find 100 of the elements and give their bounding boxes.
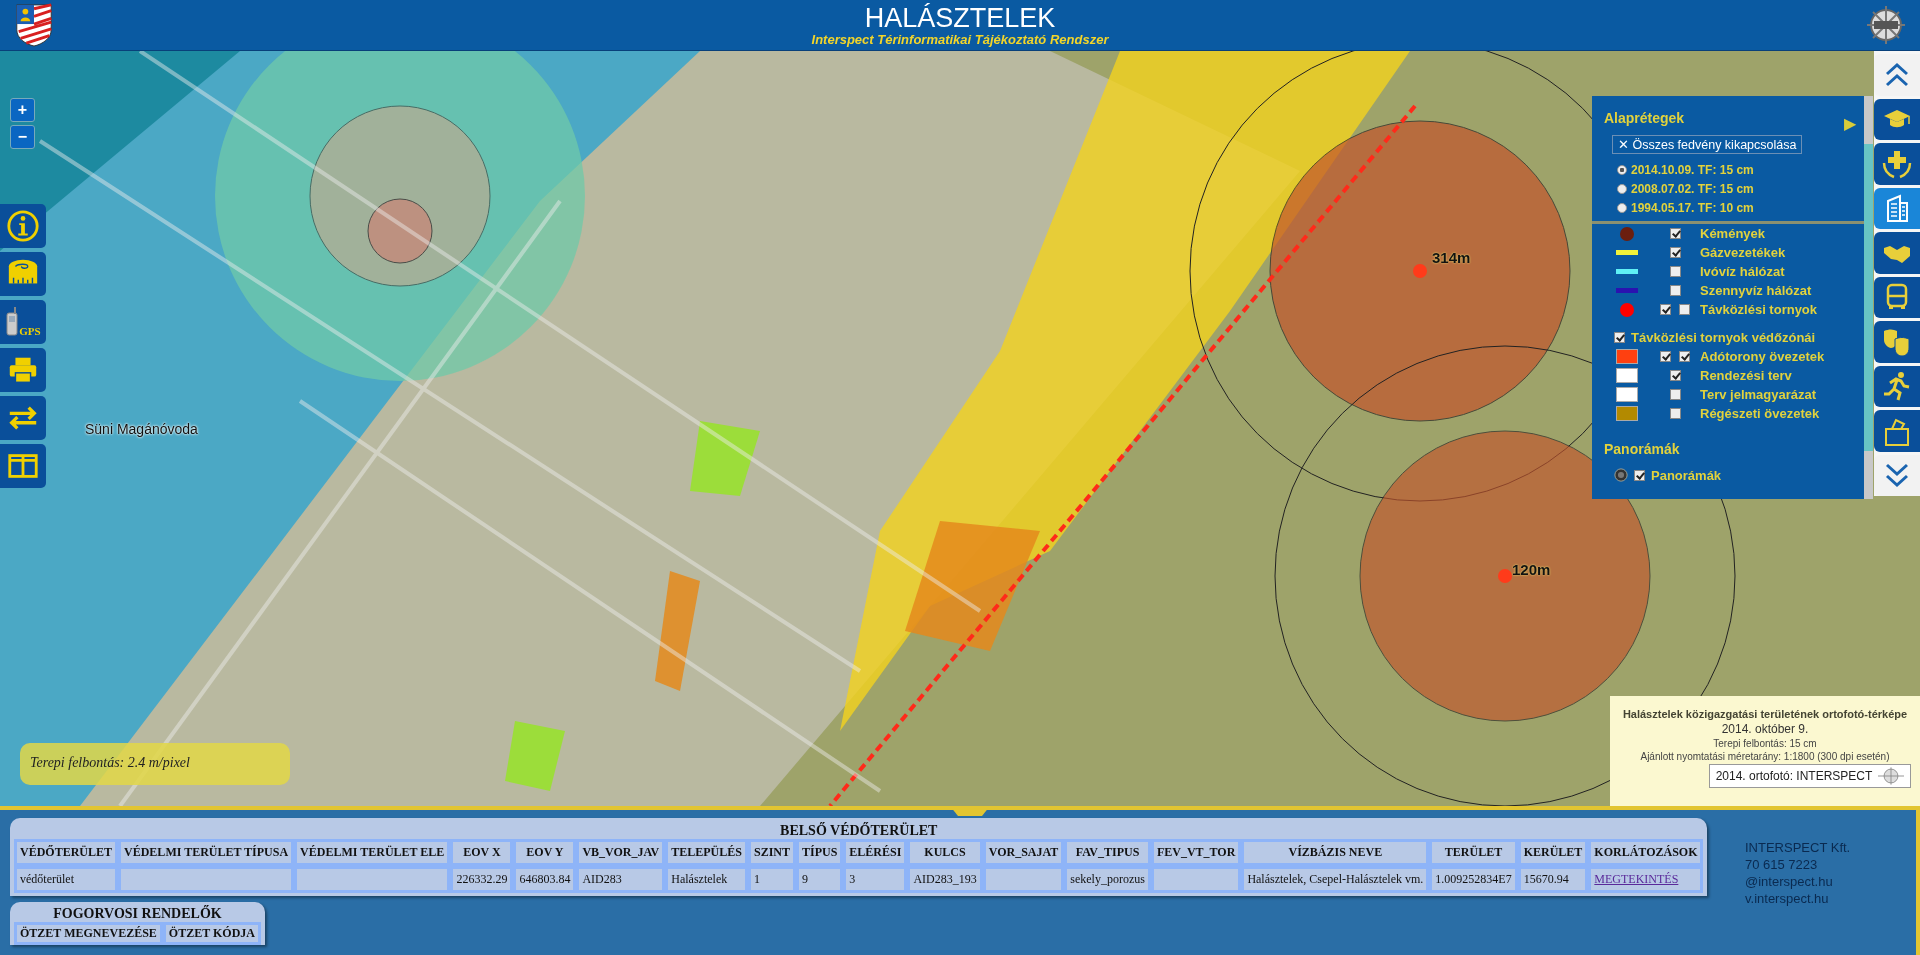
column-header: FEV_VT_TOR <box>1152 841 1240 864</box>
column-header: EOV Y <box>515 841 575 864</box>
theatre-category-button[interactable] <box>1874 321 1920 363</box>
place-label: Süni Magánóvoda <box>85 421 198 437</box>
column-header: KORLÁTOZÁSOK <box>1590 841 1702 864</box>
height-label: 120m <box>1512 561 1551 578</box>
table-cell: AID283_193 <box>909 868 981 891</box>
compass-logo-icon <box>1878 767 1905 785</box>
column-header: TELEPÜLÉS <box>667 841 746 864</box>
column-header: VOR_SAJAT <box>984 841 1063 864</box>
column-header: TÍPUS <box>798 841 842 864</box>
base-layer-option[interactable]: 1994.05.17. TF: 10 cm <box>1617 198 1856 217</box>
info-icon <box>6 209 40 243</box>
tower-marker <box>1498 569 1512 583</box>
tower-marker <box>1413 264 1427 278</box>
checkbox[interactable] <box>1679 351 1690 362</box>
column-header: VÍZBÁZIS NEVE <box>1243 841 1428 864</box>
clear-layers-button[interactable]: ✕ Összes fedvény kikapcsolása <box>1612 135 1803 154</box>
section-title: Panorámák <box>1604 441 1681 457</box>
legend-date: 2014. október 9. <box>1721 722 1809 736</box>
cross-hands-icon <box>1882 148 1912 179</box>
checkbox[interactable] <box>1669 389 1681 400</box>
gps-tool-button[interactable]: GPS <box>0 300 46 344</box>
education-category-button[interactable] <box>1874 98 1920 140</box>
table-cell: 9 <box>798 868 842 891</box>
checkbox[interactable] <box>1634 469 1645 481</box>
radio-button[interactable] <box>1617 202 1627 213</box>
radio-button[interactable] <box>1617 183 1627 194</box>
resolution-note: Terepi felbontás: 2.4 m/pixel <box>20 743 290 785</box>
layer-label: Terv jelmagyarázat <box>1700 387 1817 402</box>
checkbox[interactable] <box>1614 331 1625 343</box>
running-person-icon <box>1882 371 1912 402</box>
attribution-text: 2014. ortofotó: INTERSPECT <box>1715 769 1873 783</box>
checkbox[interactable] <box>1669 266 1681 277</box>
radio-button[interactable] <box>1617 164 1627 175</box>
table-cell: sekely_porozus <box>1066 868 1149 891</box>
table-cell: Halásztelek <box>667 868 746 891</box>
table-cell: AID283 <box>578 868 664 891</box>
checkbox[interactable] <box>1669 247 1681 258</box>
table-cell: 646803.84 <box>515 868 575 891</box>
down-category-button[interactable] <box>1874 454 1920 496</box>
scrollbar[interactable] <box>1864 96 1873 499</box>
table-cell: Halásztelek, Csepel-Halásztelek vm. <box>1243 868 1428 891</box>
table-cell: védőterület <box>16 868 117 891</box>
base-layer-option[interactable]: 2014.10.09. TF: 15 cm <box>1617 160 1856 179</box>
column-header: VÉDŐTERÜLET <box>16 841 117 864</box>
up-category-button[interactable] <box>1874 54 1920 96</box>
sport-category-button[interactable] <box>1874 365 1920 407</box>
swap-tool-button[interactable] <box>0 396 46 440</box>
measure-tool-button[interactable] <box>0 252 46 296</box>
table-title: BELSŐ VÉDŐTERÜLET <box>779 822 939 839</box>
mobile-phone-icon <box>5 307 20 337</box>
table-cell: 226332.29 <box>452 868 512 891</box>
contact-line: INTERSPECT Kft. <box>1745 840 1851 855</box>
handshake-category-button[interactable] <box>1874 232 1920 274</box>
legend-resolution: Terepi felbontás: 15 cm <box>1713 738 1817 749</box>
checkbox[interactable] <box>1669 408 1681 419</box>
building-category-button[interactable] <box>1874 187 1920 229</box>
collapse-button[interactable]: ▶ <box>1844 114 1856 133</box>
zoom-in-button[interactable]: + <box>10 98 35 122</box>
health-category-button[interactable] <box>1874 143 1920 185</box>
base-layer-option[interactable]: 2008.07.02. TF: 15 cm <box>1617 179 1856 198</box>
zoom-out-button[interactable]: − <box>10 125 35 149</box>
checkbox[interactable] <box>1679 304 1690 315</box>
panel-title: Alaprétegek <box>1604 109 1685 126</box>
table-cell: 1 <box>749 868 794 891</box>
layer-label: Távközlési tornyok <box>1700 302 1818 317</box>
panels-tool-button[interactable] <box>0 444 46 488</box>
layer-label: Szennyvíz hálózat <box>1700 283 1812 298</box>
app-subtitle: Interspect Térinformatikai Tájékoztató Rendszer <box>811 31 1109 47</box>
info-tool-button[interactable] <box>0 204 46 248</box>
table-cell: 15670.94 <box>1519 868 1587 891</box>
column-header: SZINT <box>749 841 794 864</box>
column-header: TERÜLET <box>1431 841 1516 864</box>
legend-title: Halásztelek közigazgatási területének ortofotó-térképe <box>1622 708 1908 720</box>
ballot-category-button[interactable] <box>1874 410 1920 452</box>
column-header: ÖTZET KÓDJA <box>164 924 259 943</box>
camera-lens-icon <box>1614 468 1628 482</box>
column-header: VÉDELMI TERÜLET TÍPUSA <box>120 841 293 864</box>
column-header: ELÉRÉSI <box>845 841 906 864</box>
checkbox[interactable] <box>1660 304 1671 315</box>
layer-label: Ivóvíz hálózat <box>1700 264 1785 279</box>
layer-label: Gázvezetékek <box>1700 245 1786 260</box>
contact-line: @interspect.hu <box>1745 874 1834 889</box>
contact-line: v.interspect.hu <box>1745 891 1830 906</box>
layer-label: Rendezési terv <box>1700 368 1792 383</box>
gps-label: GPS <box>19 325 41 337</box>
layer-label: Panorámák <box>1651 467 1722 483</box>
table-title: FOGORVOSI RENDELŐK <box>52 906 223 922</box>
checkbox[interactable] <box>1669 228 1681 239</box>
checkbox[interactable] <box>1669 370 1681 381</box>
checkbox[interactable] <box>1660 351 1671 362</box>
checkbox[interactable] <box>1669 285 1681 296</box>
compass-logo-icon <box>1866 3 1906 47</box>
view-link[interactable]: MEGTEKINTÉS <box>1594 872 1679 886</box>
app-title: HALÁSZTELEK <box>863 3 1057 32</box>
bus-category-button[interactable] <box>1874 276 1920 318</box>
column-header: VÉDELMI TERÜLET ELE <box>296 841 449 864</box>
layer-group-label: Távközlési tornyok védőzónái <box>1631 329 1816 345</box>
print-tool-button[interactable] <box>0 348 46 392</box>
